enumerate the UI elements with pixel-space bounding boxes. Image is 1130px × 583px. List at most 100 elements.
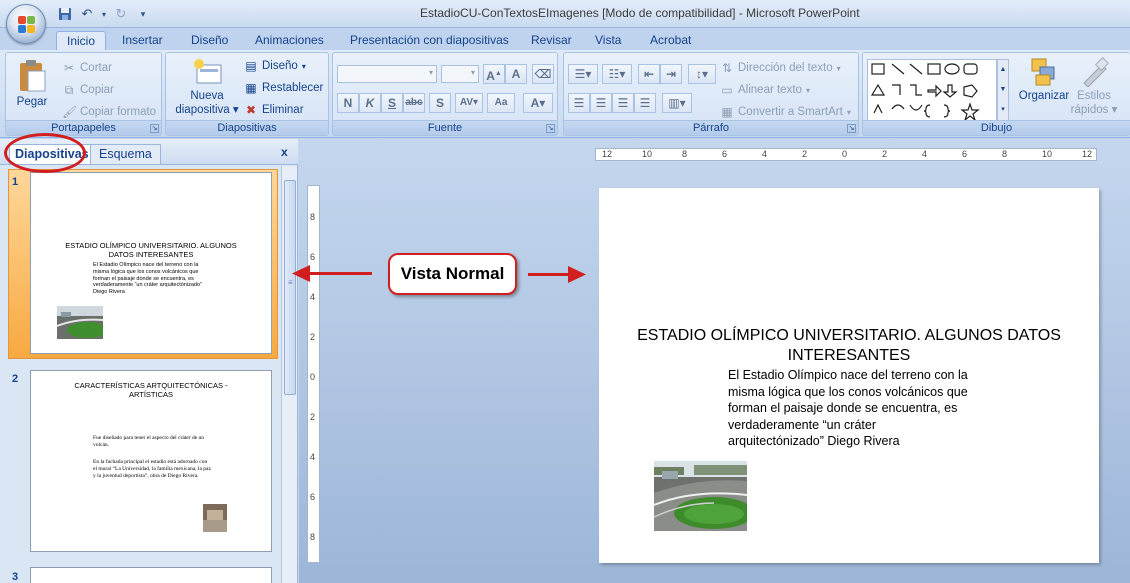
direccion-texto-button[interactable]: ⇅ Dirección del texto ▾ [720, 59, 841, 77]
organizar-button[interactable]: Organizar [1015, 57, 1073, 102]
ruler-tick-label: 0 [842, 149, 848, 159]
undo-dropdown-icon[interactable]: ▾ [100, 5, 108, 23]
ruler-tick-label: 2 [882, 149, 888, 159]
nueva-diapositiva-button[interactable]: Nueva diapositiva ▾ [171, 57, 243, 116]
paste-icon [20, 60, 46, 92]
tab-diseno[interactable]: Diseño [191, 31, 228, 50]
copiar-button[interactable]: ⧉ Copiar [62, 81, 114, 99]
shapes-scroll[interactable]: ▲ ▼ ▾ [997, 59, 1009, 121]
case-button[interactable]: Aa [487, 93, 515, 113]
align-center-icon[interactable]: ☰ [590, 93, 612, 113]
slide-thumb-1[interactable]: ESTADIO OLÍMPICO UNIVERSITARIO. ALGUNOS … [30, 172, 272, 354]
eliminar-label: Eliminar [262, 104, 304, 116]
bold-button[interactable]: N [337, 93, 359, 113]
font-color-icon[interactable]: A▾ [523, 93, 553, 113]
vertical-ruler: 8 6 4 2 0 2 4 6 8 [307, 185, 320, 563]
ruler-tick-label: 2 [802, 149, 808, 159]
thumb-2-body-2: En la fachada principal el estadio está … [93, 459, 211, 479]
font-size-dropdown[interactable]: ▾ [441, 65, 479, 83]
tab-vista[interactable]: Vista [595, 31, 621, 50]
columns-icon[interactable]: ▥▾ [662, 93, 692, 113]
slide-thumb-2[interactable]: CARACTERÍSTICAS ARTQUITECTÓNICAS - ARTÍS… [30, 370, 272, 552]
grow-font-icon[interactable]: A▲ [483, 64, 505, 84]
ribbon: Pegar ✂ Cortar ⧉ Copiar 🖌 Copiar formato Po… [0, 50, 1130, 138]
shrink-font-icon[interactable]: A [505, 64, 527, 84]
font-name-dropdown[interactable]: ▾ [337, 65, 437, 83]
office-button[interactable] [6, 4, 46, 44]
tab-presentacion[interactable]: Presentación con diapositivas [350, 31, 509, 50]
ruler-tick-label: 8 [682, 149, 688, 159]
customize-qat-icon[interactable]: ▾ [134, 5, 152, 23]
slide-body-line: forman el paisaje donde se encuentra, es [728, 401, 958, 415]
portapapeles-launcher-icon[interactable]: ↘ [150, 124, 159, 133]
ruler-tick-label: 10 [642, 149, 653, 159]
slide-stadium-image[interactable] [654, 461, 747, 531]
char-spacing-icon[interactable]: AV▾ [455, 93, 483, 113]
pane-scrollbar[interactable]: ≡ [281, 166, 297, 583]
decrease-indent-icon[interactable]: ⇤ [638, 64, 660, 84]
smartart-label: Convertir a SmartArt [738, 106, 843, 118]
tab-revisar[interactable]: Revisar [531, 31, 572, 50]
pane-scroll-thumb[interactable]: ≡ [284, 180, 296, 395]
tab-esquema[interactable]: Esquema [90, 144, 161, 164]
estilos-rapidos-button[interactable]: Estilos rápidos ▾ [1069, 56, 1119, 116]
tab-inicio[interactable]: Inicio [56, 31, 107, 50]
group-fuente: ▾ ▾ A▲ A ⌫ N K S abc S AV▾ Aa A▾ Fuente … [332, 52, 558, 136]
thumb-2-title: CARACTERÍSTICAS ARTQUITECTÓNICAS - ARTÍS… [74, 381, 228, 399]
diapositivas-label: Diapositivas [166, 120, 328, 135]
restablecer-label: Restablecer [262, 82, 324, 94]
alinear-texto-button[interactable]: ▭ Alinear texto ▾ [720, 81, 810, 99]
ruler-tick-label: 8 [310, 212, 316, 222]
slide-thumb-3[interactable] [30, 567, 272, 583]
ruler-tick-label: 8 [1002, 149, 1008, 159]
organizar-label: Organizar [1018, 90, 1070, 102]
slide-title[interactable]: ESTADIO OLÍMPICO UNIVERSITARIO. ALGUNOS … [629, 326, 1069, 366]
arrow-right-head-icon [568, 266, 586, 283]
eliminar-button[interactable]: ✖ Eliminar [244, 101, 304, 119]
tab-acrobat[interactable]: Acrobat [650, 31, 691, 50]
slide-body[interactable]: El Estadio Olímpico nace del terreno con… [728, 367, 988, 450]
undo-icon[interactable]: ↶ [78, 5, 96, 23]
fuente-launcher-icon[interactable]: ↘ [546, 124, 555, 133]
quick-access-toolbar: ↶ ▾ ↻ ▾ [56, 5, 152, 23]
justify-icon[interactable]: ☰ [634, 93, 656, 113]
copy-icon: ⧉ [64, 83, 74, 97]
ruler-tick-label: 2 [310, 332, 316, 342]
close-pane-icon[interactable]: x [281, 145, 288, 159]
redo-icon[interactable]: ↻ [112, 5, 130, 23]
save-icon[interactable] [56, 5, 74, 23]
shadow-icon[interactable]: S [429, 93, 451, 113]
copiar-formato-button[interactable]: 🖌 Copiar formato [62, 103, 156, 121]
main-slide[interactable]: ESTADIO OLÍMPICO UNIVERSITARIO. ALGUNOS … [599, 188, 1099, 563]
thumb-number: 3 [12, 571, 19, 583]
pegar-button[interactable]: Pegar [12, 59, 52, 108]
align-right-icon[interactable]: ☰ [612, 93, 634, 113]
strike-button[interactable]: abc [403, 93, 425, 113]
tab-animaciones[interactable]: Animaciones [255, 31, 324, 50]
shapes-gallery[interactable] [867, 59, 997, 121]
slide-body-line: arquitectónizado” Diego Rivera [728, 434, 900, 448]
cortar-button[interactable]: ✂ Cortar [62, 59, 112, 77]
numbering-icon[interactable]: ☷▾ [602, 64, 632, 84]
ruler-tick-label: 2 [310, 412, 316, 422]
group-diapositivas: Nueva diapositiva ▾ ▤ Diseño ▾ ▦ Restablece… [165, 52, 329, 136]
clear-format-icon[interactable]: ⌫ [532, 64, 554, 84]
bullets-icon[interactable]: ☰▾ [568, 64, 598, 84]
dibujo-label: Dibujo [863, 120, 1130, 135]
smartart-button[interactable]: ▦ Convertir a SmartArt ▾ [720, 103, 851, 121]
increase-indent-icon[interactable]: ⇥ [660, 64, 682, 84]
ruler-tick-label: 8 [310, 532, 316, 542]
diseno-button[interactable]: ▤ Diseño ▾ [244, 57, 306, 75]
parrafo-launcher-icon[interactable]: ↘ [847, 124, 856, 133]
ruler-tick-label: 4 [922, 149, 928, 159]
line-spacing-icon[interactable]: ↕▾ [688, 64, 716, 84]
annotation-arrow-right [528, 273, 572, 276]
restablecer-button[interactable]: ▦ Restablecer [244, 79, 323, 97]
tab-insertar[interactable]: Insertar [122, 31, 163, 50]
slide-body-line: misma lógica que los conos volcánicos qu… [728, 384, 968, 399]
underline-button[interactable]: S [381, 93, 403, 113]
align-left-icon[interactable]: ☰ [568, 93, 590, 113]
thumb-number: 2 [12, 373, 19, 385]
italic-button[interactable]: K [359, 93, 381, 113]
copiar-formato-label: Copiar formato [80, 106, 157, 118]
